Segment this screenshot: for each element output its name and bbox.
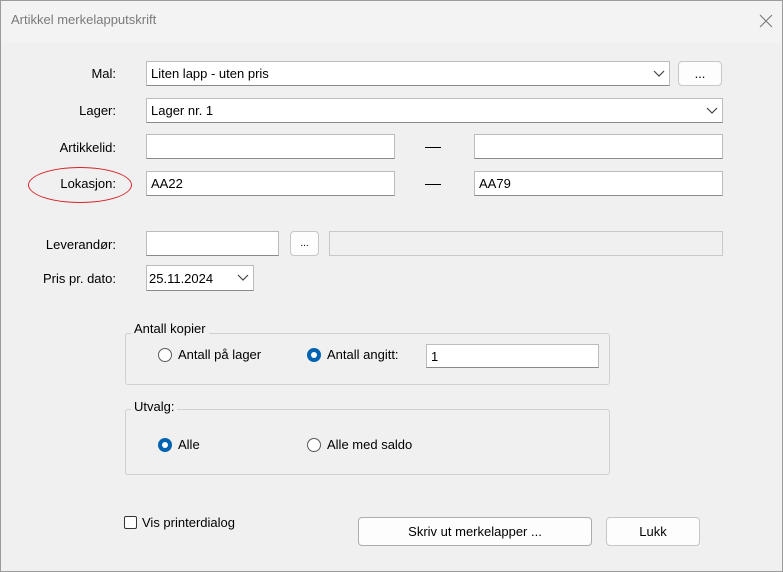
lager-label: Lager:	[79, 103, 116, 118]
radio-antall-angitt[interactable]: Antall angitt:	[307, 347, 399, 362]
leverandor-browse-button[interactable]: ...	[290, 231, 319, 256]
radio-alle-saldo-label: Alle med saldo	[327, 437, 413, 452]
radio-unchecked-icon	[158, 347, 172, 362]
window-title: Artikkel merkelapputskrift	[11, 12, 157, 27]
close-button[interactable]: Lukk	[606, 517, 700, 546]
chevron-down-icon	[237, 274, 249, 282]
lokasjon-label: Lokasjon:	[60, 176, 116, 191]
radio-antall-lager[interactable]: Antall på lager	[158, 347, 261, 362]
lager-select[interactable]: Lager nr. 1	[146, 98, 723, 123]
artikkelid-from-input[interactable]	[146, 134, 395, 159]
antall-angitt-input[interactable]: 1	[426, 344, 599, 368]
radio-alle-label: Alle	[178, 437, 200, 452]
radio-alle-saldo[interactable]: Alle med saldo	[307, 437, 412, 452]
lokasjon-to-input[interactable]: AA79	[474, 171, 723, 196]
radio-checked-icon	[158, 437, 172, 452]
leverandor-input[interactable]	[146, 231, 279, 256]
leverandor-label: Leverandør:	[45, 237, 116, 252]
antall-kopier-legend: Antall kopier	[131, 321, 209, 336]
pris-dato-label: Pris pr. dato:	[43, 271, 116, 286]
radio-antall-lager-label: Antall på lager	[178, 347, 262, 362]
artikkelid-to-input[interactable]	[474, 134, 723, 159]
vis-printerdialog-checkbox[interactable]: Vis printerdialog	[124, 515, 235, 530]
lager-value: Lager nr. 1	[151, 103, 214, 118]
lokasjon-from-input[interactable]: AA22	[146, 171, 395, 196]
chevron-down-icon	[706, 107, 718, 115]
pris-dato-picker[interactable]: 25.11.2024	[146, 265, 254, 291]
artikkelid-label: Artikkelid:	[59, 140, 116, 155]
range-dash	[425, 147, 441, 148]
mal-value: Liten lapp - uten pris	[151, 66, 269, 81]
mal-browse-button[interactable]: ...	[678, 61, 722, 86]
radio-unchecked-icon	[307, 437, 321, 452]
mal-label: Mal:	[91, 66, 116, 81]
leverandor-name-field	[329, 231, 723, 256]
vis-printerdialog-label: Vis printerdialog	[142, 515, 235, 530]
radio-checked-icon	[307, 347, 321, 362]
radio-alle[interactable]: Alle	[158, 437, 200, 452]
checkbox-unchecked-icon	[124, 516, 137, 529]
utvalg-legend: Utvalg:	[131, 399, 178, 414]
range-dash	[425, 184, 441, 185]
print-labels-button[interactable]: Skriv ut merkelapper ...	[358, 517, 592, 546]
chevron-down-icon	[653, 70, 665, 78]
pris-dato-value: 25.11.2024	[149, 270, 214, 286]
close-icon[interactable]	[755, 10, 777, 32]
mal-select[interactable]: Liten lapp - uten pris	[146, 61, 670, 86]
radio-antall-angitt-label: Antall angitt:	[327, 347, 399, 362]
